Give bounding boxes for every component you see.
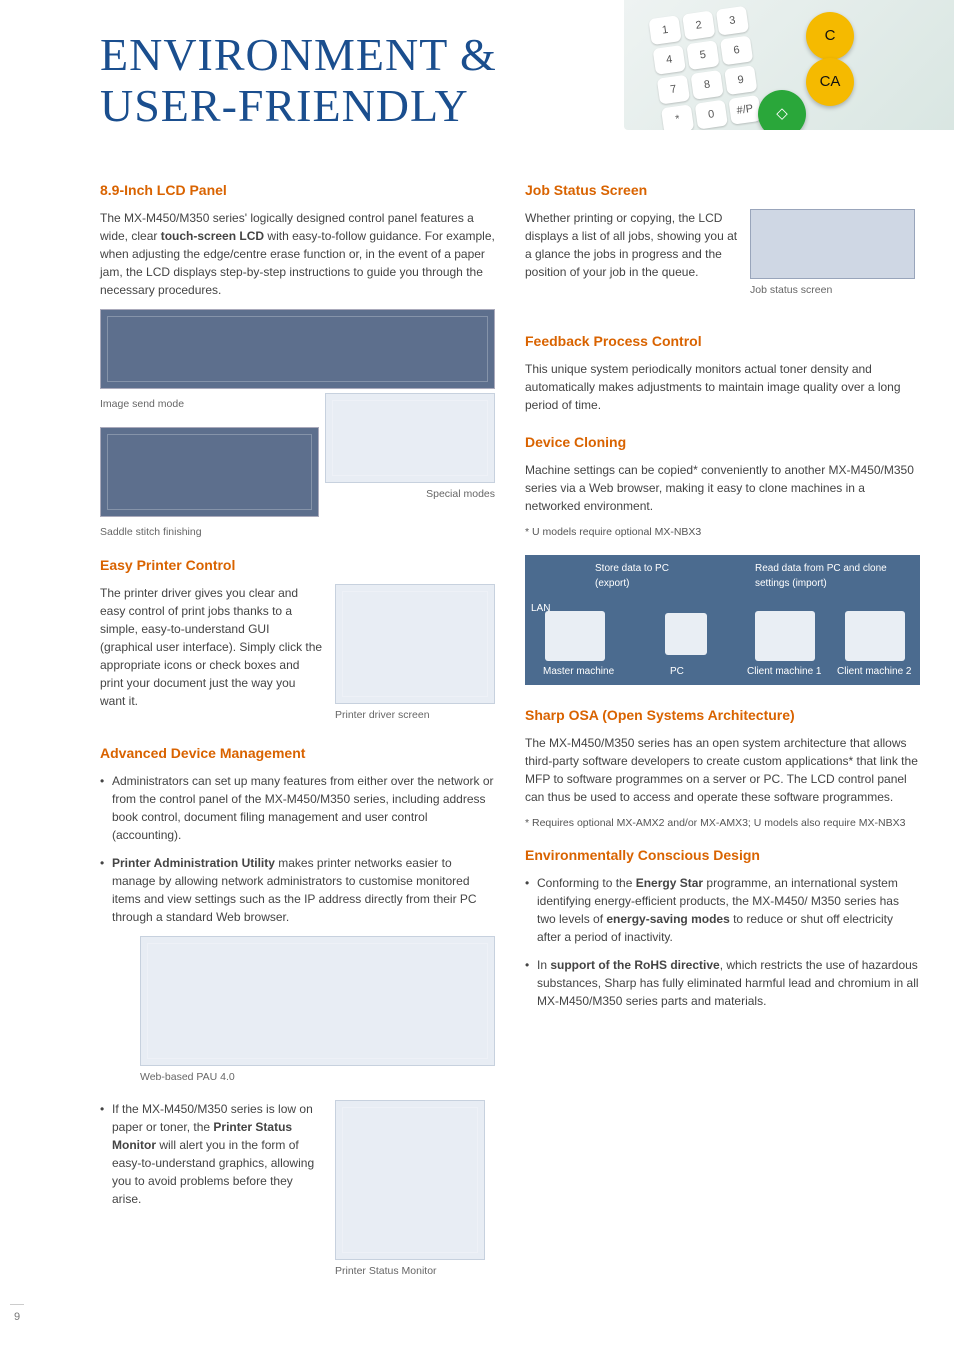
footnote-cloning: * U models require optional MX-NBX3 <box>525 525 920 541</box>
cloning-pc-icon <box>665 613 707 655</box>
clear-all-icon: CA <box>806 58 854 106</box>
heading-job-status: Job Status Screen <box>525 180 920 201</box>
heading-easy-printer: Easy Printer Control <box>100 555 495 576</box>
caption-printer-driver: Printer driver screen <box>335 708 495 724</box>
screenshot-job-status <box>750 209 915 279</box>
body-columns: 8.9-Inch LCD Panel The MX-M450/M350 seri… <box>0 140 954 1294</box>
header: ENVIRONMENT & USER-FRIENDLY 123 456 789 … <box>0 0 954 140</box>
cloning-diagram: LAN Store data to PC (export) Read data … <box>525 555 920 685</box>
screenshot-saddle-stitch <box>100 427 319 517</box>
adv-device-bullet-1: Administrators can set up many features … <box>100 772 495 844</box>
adv-device-list: Administrators can set up many features … <box>100 772 495 926</box>
left-column: 8.9-Inch LCD Panel The MX-M450/M350 seri… <box>100 180 495 1294</box>
cloning-client2-icon <box>845 611 905 661</box>
body-lcd-panel: The MX-M450/M350 series' logically desig… <box>100 209 495 299</box>
heading-adv-device: Advanced Device Management <box>100 743 495 764</box>
screenshot-psm <box>335 1100 485 1260</box>
screenshot-pau <box>140 936 495 1066</box>
env-bullets: Conforming to the Energy Star programme,… <box>525 874 920 1010</box>
caption-job-status: Job status screen <box>750 283 920 299</box>
heading-cloning: Device Cloning <box>525 432 920 453</box>
heading-osa: Sharp OSA (Open Systems Architecture) <box>525 705 920 726</box>
body-osa: The MX-M450/M350 series has an open syst… <box>525 734 920 806</box>
clear-icon: C <box>806 12 854 60</box>
heading-env: Environmentally Conscious Design <box>525 845 920 866</box>
body-job-status: Whether printing or copying, the LCD dis… <box>525 209 738 281</box>
cloning-client2-label: Client machine 2 <box>837 664 911 679</box>
env-bullet-1: Conforming to the Energy Star programme,… <box>525 874 920 946</box>
caption-special-modes: Special modes <box>325 487 495 503</box>
keypad-photo: 123 456 789 *0#/P C CA ◇ <box>624 0 954 130</box>
caption-saddle-stitch: Saddle stitch finishing <box>100 525 495 541</box>
cloning-master-icon <box>545 611 605 661</box>
caption-image-send: Image send mode <box>100 397 319 413</box>
cloning-client1-label: Client machine 1 <box>747 664 821 679</box>
cloning-read-label: Read data from PC and clone settings (im… <box>755 561 905 591</box>
caption-pau: Web-based PAU 4.0 <box>140 1070 495 1086</box>
cloning-client1-icon <box>755 611 815 661</box>
body-easy-printer: The printer driver gives you clear and e… <box>100 584 323 710</box>
heading-feedback: Feedback Process Control <box>525 331 920 352</box>
cloning-store-label: Store data to PC (export) <box>595 561 705 591</box>
adv-device-bullet-3: If the MX-M450/M350 series is low on pap… <box>100 1100 323 1208</box>
cloning-pc-label: PC <box>670 664 684 679</box>
env-bullet-2: In support of the RoHS directive, which … <box>525 956 920 1010</box>
screenshot-special-modes <box>325 393 495 483</box>
adv-device-bullet-2: Printer Administration Utility makes pri… <box>100 854 495 926</box>
start-icon: ◇ <box>758 90 806 130</box>
heading-lcd-panel: 8.9-Inch LCD Panel <box>100 180 495 201</box>
screenshot-printer-driver <box>335 584 495 704</box>
cloning-master-label: Master machine <box>543 664 614 679</box>
body-feedback: This unique system periodically monitors… <box>525 360 920 414</box>
screenshot-image-send-top <box>100 309 495 389</box>
lcd-screenshots: Image send mode Special modes Saddle sti… <box>100 309 495 541</box>
caption-psm: Printer Status Monitor <box>335 1264 495 1280</box>
page-number: 9 <box>10 1304 24 1326</box>
right-column: Job Status Screen Whether printing or co… <box>525 180 920 1294</box>
body-cloning: Machine settings can be copied* convenie… <box>525 461 920 515</box>
footnote-osa: * Requires optional MX-AMX2 and/or MX-AM… <box>525 816 920 832</box>
